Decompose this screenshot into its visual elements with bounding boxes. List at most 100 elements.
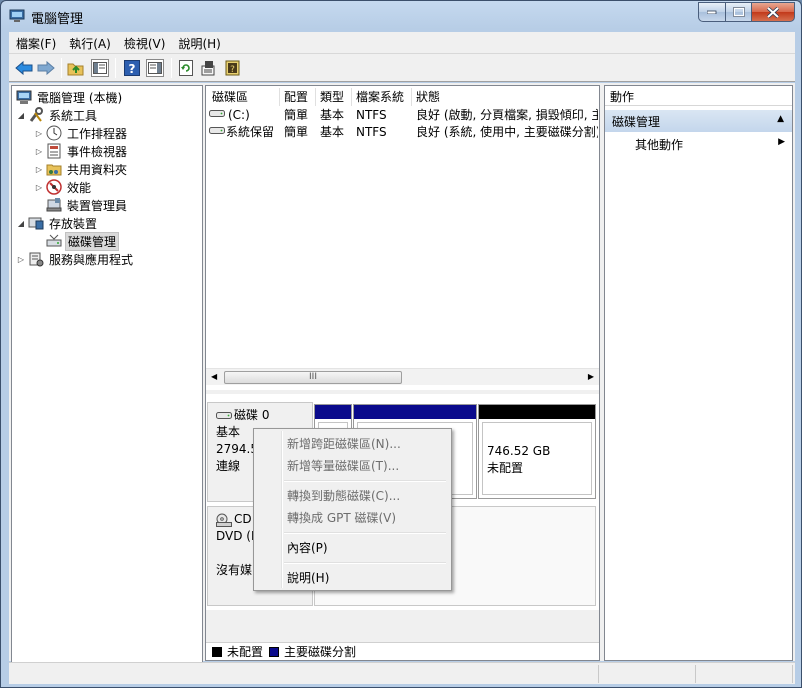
scrollbar-thumb[interactable]: III — [224, 371, 402, 384]
volume-type: 基本 — [320, 125, 345, 139]
column-header-layout[interactable]: 配置 — [280, 88, 316, 106]
back-icon[interactable] — [15, 59, 33, 77]
submenu-arrow-icon: ▶ — [778, 137, 785, 147]
menu-item-properties[interactable]: 內容(P) — [257, 536, 448, 558]
tree-item-event-viewer[interactable]: ▷ 事件檢視器 — [34, 142, 129, 160]
column-header-type[interactable]: 類型 — [316, 88, 352, 106]
computer-icon — [16, 89, 32, 105]
show-hide-action-icon[interactable] — [146, 59, 164, 77]
expand-icon[interactable]: ▷ — [34, 165, 44, 174]
menu-item-convert-gpt[interactable]: 轉換成 GPT 磁碟(V) — [257, 506, 448, 528]
refresh-icon[interactable] — [177, 59, 195, 77]
close-icon — [767, 6, 779, 18]
help-icon[interactable]: ? — [123, 59, 141, 77]
storage-icon — [28, 215, 44, 231]
menu-item-new-striped-volume[interactable]: 新增等量磁碟區(T)... — [257, 454, 448, 476]
actions-section-disk-management[interactable]: 磁碟管理 ▲ — [605, 110, 792, 132]
column-header-status[interactable]: 狀態 — [412, 88, 598, 106]
actions-pane: 動作 磁碟管理 ▲ 其他動作 ▶ — [604, 85, 793, 661]
expand-icon[interactable]: ▷ — [16, 255, 26, 264]
collapse-icon[interactable]: ◢ — [16, 219, 26, 228]
unallocated-status: 未配置 — [487, 461, 524, 475]
menu-view[interactable]: 檢視(V) — [118, 32, 172, 53]
status-cell — [601, 665, 696, 683]
tree-item-performance[interactable]: ▷ 效能 — [34, 178, 93, 196]
svg-text:?: ? — [230, 65, 235, 75]
tree-label: 存放裝置 — [49, 216, 98, 231]
menu-bar: 檔案(F) 執行(A) 檢視(V) 說明(H) — [9, 32, 795, 54]
volume-filesystem: NTFS — [356, 125, 387, 139]
volume-status: 良好 (系統, 使用中, 主要磁碟分割) — [416, 125, 598, 139]
event-viewer-icon — [46, 143, 62, 159]
disk-0-name: 磁碟 0 — [234, 408, 270, 422]
disk-0-heading: 磁碟 0 — [216, 407, 312, 424]
more-actions-label: 其他動作 — [635, 138, 684, 152]
horizontal-scrollbar[interactable]: ◀ III ▶ — [206, 368, 599, 385]
close-button[interactable] — [751, 2, 795, 22]
drive-icon — [209, 124, 225, 141]
menu-item-help[interactable]: 說明(H) — [257, 566, 448, 588]
tree-item-disk-management[interactable]: 磁碟管理 — [44, 231, 120, 251]
tree-item-device-manager[interactable]: 裝置管理員 — [44, 196, 129, 214]
tree-label: 系統工具 — [49, 108, 98, 123]
menu-item-convert-dynamic[interactable]: 轉換到動態磁碟(C)... — [257, 484, 448, 506]
drive-icon — [209, 107, 225, 124]
toolbar-separator — [61, 58, 62, 78]
primary-partition-bar — [315, 405, 351, 419]
collapse-icon[interactable]: ◢ — [16, 111, 26, 120]
menu-help[interactable]: 說明(H) — [172, 32, 226, 53]
volume-layout: 簡單 — [284, 108, 309, 122]
properties-icon[interactable] — [200, 59, 218, 77]
tree-item-system-tools[interactable]: ◢ 系統工具 — [16, 106, 99, 124]
column-header-volume[interactable]: 磁碟區 — [208, 88, 280, 106]
menu-action[interactable]: 執行(A) — [63, 32, 117, 53]
collapse-up-icon[interactable]: ▲ — [777, 114, 784, 124]
maximize-button[interactable] — [725, 2, 751, 22]
device-manager-icon — [46, 197, 62, 213]
expand-icon[interactable]: ▷ — [34, 129, 44, 138]
tree-item-task-scheduler[interactable]: ▷ 工作排程器 — [34, 124, 129, 142]
disk-management-icon — [46, 233, 62, 249]
performance-icon — [46, 179, 62, 195]
toolbar-separator — [115, 58, 116, 78]
expand-icon[interactable]: ▷ — [34, 147, 44, 156]
clock-icon — [46, 125, 62, 141]
tools-icon — [28, 107, 44, 123]
primary-partition-bar — [354, 405, 476, 419]
tree-item-storage[interactable]: ◢ 存放裝置 — [16, 214, 99, 232]
title-bar[interactable]: 電腦管理 — [1, 1, 801, 31]
tree-label: 服務與應用程式 — [49, 252, 134, 267]
status-cell — [9, 665, 599, 683]
column-header-filesystem[interactable]: 檔案系統 — [352, 88, 412, 106]
forward-icon[interactable] — [37, 59, 55, 77]
tree-item-services-apps[interactable]: ▷ 服務與應用程式 — [16, 250, 135, 268]
tree-label: 共用資料夾 — [67, 162, 128, 177]
tree-item-root[interactable]: 電腦管理 (本機) — [14, 88, 124, 106]
help-book-icon[interactable]: ? — [224, 59, 242, 77]
tree-label: 裝置管理員 — [67, 198, 128, 213]
show-hide-tree-icon[interactable] — [91, 59, 109, 77]
menu-file[interactable]: 檔案(F) — [10, 32, 62, 53]
disk-icon — [216, 411, 232, 419]
scroll-right-icon[interactable]: ▶ — [588, 372, 594, 381]
minimize-button[interactable] — [698, 2, 725, 22]
expand-icon[interactable]: ▷ — [34, 183, 44, 192]
more-actions-item[interactable]: 其他動作 ▶ — [635, 136, 785, 154]
tree-item-shared-folders[interactable]: ▷ 共用資料夾 — [34, 160, 129, 178]
scroll-left-icon[interactable]: ◀ — [211, 372, 217, 381]
svg-text:?: ? — [129, 62, 136, 76]
volume-status: 良好 (啟動, 分頁檔案, 損毀傾印, 主 — [416, 108, 598, 122]
menu-separator — [284, 562, 446, 564]
legend: 未配置 主要磁碟分割 — [206, 642, 599, 660]
tree-label: 事件檢視器 — [67, 144, 128, 159]
volume-type: 基本 — [320, 108, 345, 122]
maximize-icon — [732, 7, 745, 17]
volume-name: (C:) — [228, 108, 250, 122]
tree-label: 電腦管理 (本機) — [37, 90, 123, 105]
menu-item-new-spanned-volume[interactable]: 新增跨距磁碟區(N)... — [257, 432, 448, 454]
volume-filesystem: NTFS — [356, 108, 387, 122]
status-bar — [9, 662, 795, 684]
context-menu: 新增跨距磁碟區(N)... 新增等量磁碟區(T)... 轉換到動態磁碟(C)..… — [253, 428, 452, 591]
volume-unallocated[interactable]: 746.52 GB 未配置 — [478, 404, 596, 499]
up-folder-icon[interactable] — [67, 59, 85, 77]
